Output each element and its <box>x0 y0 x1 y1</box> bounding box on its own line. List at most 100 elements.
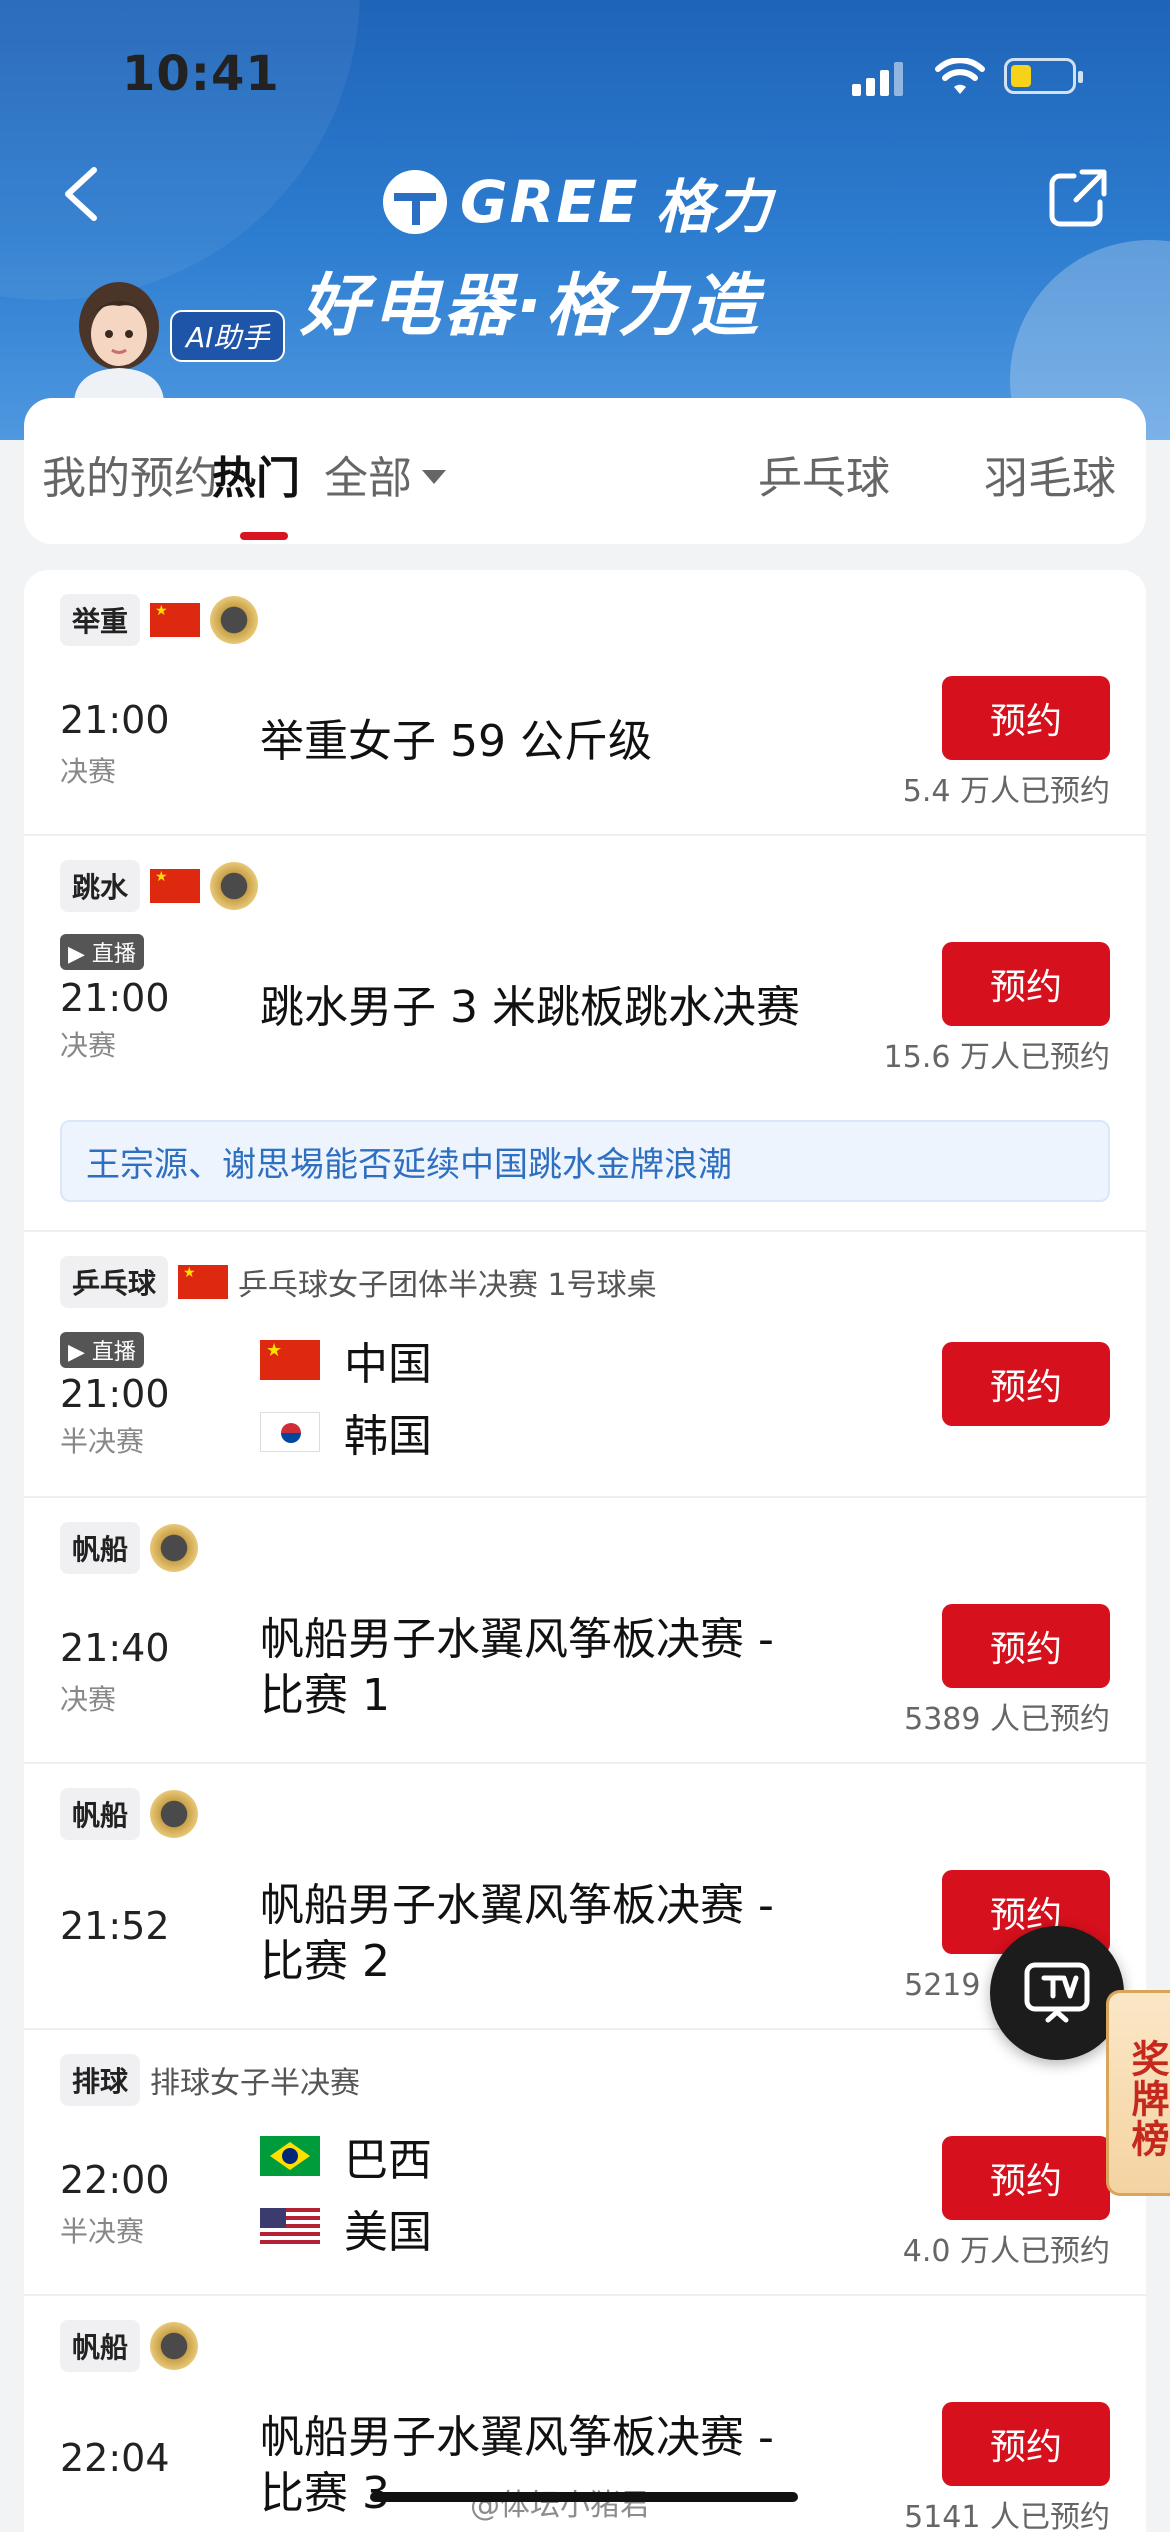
event-description: 乒乓球女子团体半决赛 1号球桌 <box>238 1268 657 1303</box>
event-tag-row: 举重 <box>60 594 259 646</box>
china-flag-icon <box>150 603 201 637</box>
dropdown-caret-icon <box>422 470 446 484</box>
event-tag-row: 乒乓球 乒乓球女子团体半决赛 1号球桌 <box>60 1256 657 1308</box>
category-tabs: 我的预约 热门 全部 乒乓球 羽毛球 <box>24 398 1146 544</box>
brazil-flag-icon <box>260 2136 320 2176</box>
team-row: 韩国 <box>260 1400 432 1464</box>
reservation-count: 15.6 万人已预约 <box>883 1040 1110 1075</box>
sport-tag: 跳水 <box>60 860 141 912</box>
gold-medal-icon <box>150 1790 199 1838</box>
cellular-signal-icon <box>852 62 903 96</box>
tab-label: 乒乓球 <box>758 453 890 504</box>
reserve-button[interactable]: 预约 <box>942 676 1110 760</box>
reservation-count: 5389 人已预约 <box>904 1702 1110 1737</box>
reservation-count: 4.0 万人已预约 <box>902 2234 1110 2269</box>
home-indicator[interactable] <box>370 2492 798 2502</box>
event-tag-row: 帆船 <box>60 1788 199 1840</box>
sport-tag: 排球 <box>60 2054 141 2106</box>
event-tag-row: 帆船 <box>60 1522 199 1574</box>
event-tag-row: 帆船 <box>60 2320 199 2372</box>
usa-flag-icon <box>260 2208 320 2248</box>
event-title: 跳水男子 3 米跳板跳水决赛 <box>260 982 800 1033</box>
team-name: 巴西 <box>344 2135 432 2186</box>
sport-tag: 乒乓球 <box>60 1256 169 1308</box>
live-badge: ▶ 直播 <box>60 1332 144 1368</box>
event-stage: 半决赛 <box>60 1425 145 1458</box>
event-title-line: 帆船男子水翼风筝板决赛 - <box>260 1880 774 1931</box>
ai-assistant-badge[interactable]: AI助手 <box>170 310 286 362</box>
status-bar: 10:41 <box>0 40 1170 120</box>
active-tab-indicator <box>240 532 288 540</box>
event-card[interactable]: 排球 排球女子半决赛 22:00 半决赛 巴西 美国 预约 4.0 万人已预约 <box>24 2030 1146 2296</box>
event-title: 举重女子 59 公斤级 <box>260 716 652 767</box>
back-arrow-icon[interactable] <box>58 164 104 224</box>
tab-table-tennis[interactable]: 乒乓球 <box>758 442 890 506</box>
tab-label: 羽毛球 <box>984 453 1116 504</box>
team-row: 巴西 <box>260 2124 432 2188</box>
gold-medal-icon <box>150 2322 199 2370</box>
event-title-line: 比赛 2 <box>260 1936 390 1987</box>
header-banner: 10:41 GREE 格力 好电器·格力造 AI助手 <box>0 0 1170 440</box>
event-title-line: 帆船男子水翼风筝板决赛 - <box>260 1614 774 1665</box>
tab-badminton[interactable]: 羽毛球 <box>984 442 1116 506</box>
event-tag-row: 排球 排球女子半决赛 <box>60 2054 360 2106</box>
sport-tag: 帆船 <box>60 1788 141 1840</box>
tv-cast-button[interactable] <box>990 1926 1124 2060</box>
event-time: 21:52 <box>60 1904 170 1948</box>
status-time: 10:41 <box>122 46 280 102</box>
tab-label: 我的预约 <box>42 453 218 504</box>
live-badge: ▶ 直播 <box>60 934 144 970</box>
brand-name-en: GREE <box>460 168 640 236</box>
reserve-button[interactable]: 预约 <box>942 2402 1110 2486</box>
reservation-count: 5.4 万人已预约 <box>902 774 1110 809</box>
reserve-button[interactable]: 预约 <box>942 1342 1110 1426</box>
event-stage: 决赛 <box>60 1683 117 1716</box>
event-card[interactable]: 帆船 21:40 决赛 帆船男子水翼风筝板决赛 - 比赛 1 预约 5389 人… <box>24 1498 1146 1764</box>
event-card[interactable]: 举重 21:00 决赛 举重女子 59 公斤级 预约 5.4 万人已预约 <box>24 570 1146 836</box>
reserve-button[interactable]: 预约 <box>942 2136 1110 2220</box>
wifi-icon <box>935 58 985 94</box>
event-list: 举重 21:00 决赛 举重女子 59 公斤级 预约 5.4 万人已预约 跳水 … <box>24 570 1146 2532</box>
event-time: 21:00 <box>60 698 170 742</box>
event-highlight-note[interactable]: 王宗源、谢思埸能否延续中国跳水金牌浪潮 <box>60 1120 1110 1202</box>
event-card[interactable]: 跳水 ▶ 直播 21:00 决赛 跳水男子 3 米跳板跳水决赛 预约 15.6 … <box>24 836 1146 1232</box>
share-icon[interactable] <box>1046 166 1110 230</box>
china-flag-icon <box>150 869 201 903</box>
medal-board-tab[interactable]: 奖牌榜 <box>1106 1990 1170 2196</box>
gold-medal-icon <box>210 862 259 910</box>
korea-flag-icon <box>260 1412 320 1452</box>
event-title-line: 帆船男子水翼风筝板决赛 - <box>260 2412 774 2463</box>
event-time: 21:40 <box>60 1626 170 1670</box>
battery-icon <box>1004 58 1083 94</box>
gree-logo-icon <box>383 170 447 234</box>
gold-medal-icon <box>210 596 259 644</box>
tab-label: 全部 <box>324 453 412 504</box>
team-row: 美国 <box>260 2196 432 2260</box>
event-stage: 决赛 <box>60 1029 117 1062</box>
sport-tag: 举重 <box>60 594 141 646</box>
event-title: 帆船男子水翼风筝板决赛 - 比赛 1 <box>260 1612 774 1724</box>
watermark: @体坛小猪君 <box>470 2488 650 2523</box>
event-tag-row: 跳水 <box>60 860 259 912</box>
reserve-button[interactable]: 预约 <box>942 942 1110 1026</box>
event-time: 22:00 <box>60 2158 170 2202</box>
brand-name-cn: 格力 <box>655 173 772 241</box>
event-card[interactable]: 乒乓球 乒乓球女子团体半决赛 1号球桌 ▶ 直播 21:00 半决赛 中国 韩国… <box>24 1232 1146 1498</box>
tv-icon <box>1024 1962 1090 2023</box>
gree-logo: GREE 格力 <box>380 160 772 244</box>
team-name: 美国 <box>344 2207 432 2258</box>
reserve-button[interactable]: 预约 <box>942 1604 1110 1688</box>
event-stage: 决赛 <box>60 755 117 788</box>
gold-medal-icon <box>150 1524 199 1572</box>
event-time: 21:00 <box>60 1372 170 1416</box>
sport-tag: 帆船 <box>60 1522 141 1574</box>
china-flag-icon <box>178 1265 229 1299</box>
tab-all[interactable]: 全部 <box>324 442 446 506</box>
china-flag-icon <box>260 1340 320 1380</box>
sport-tag: 帆船 <box>60 2320 141 2372</box>
tab-hot[interactable]: 热门 <box>212 442 300 540</box>
tab-my-reservations[interactable]: 我的预约 <box>42 442 218 506</box>
event-card[interactable]: 帆船 21:52 帆船男子水翼风筝板决赛 - 比赛 2 预约 5219 人已预约 <box>24 1764 1146 2030</box>
ai-assistant-avatar[interactable] <box>64 278 174 402</box>
event-description: 排球女子半决赛 <box>150 2066 361 2101</box>
